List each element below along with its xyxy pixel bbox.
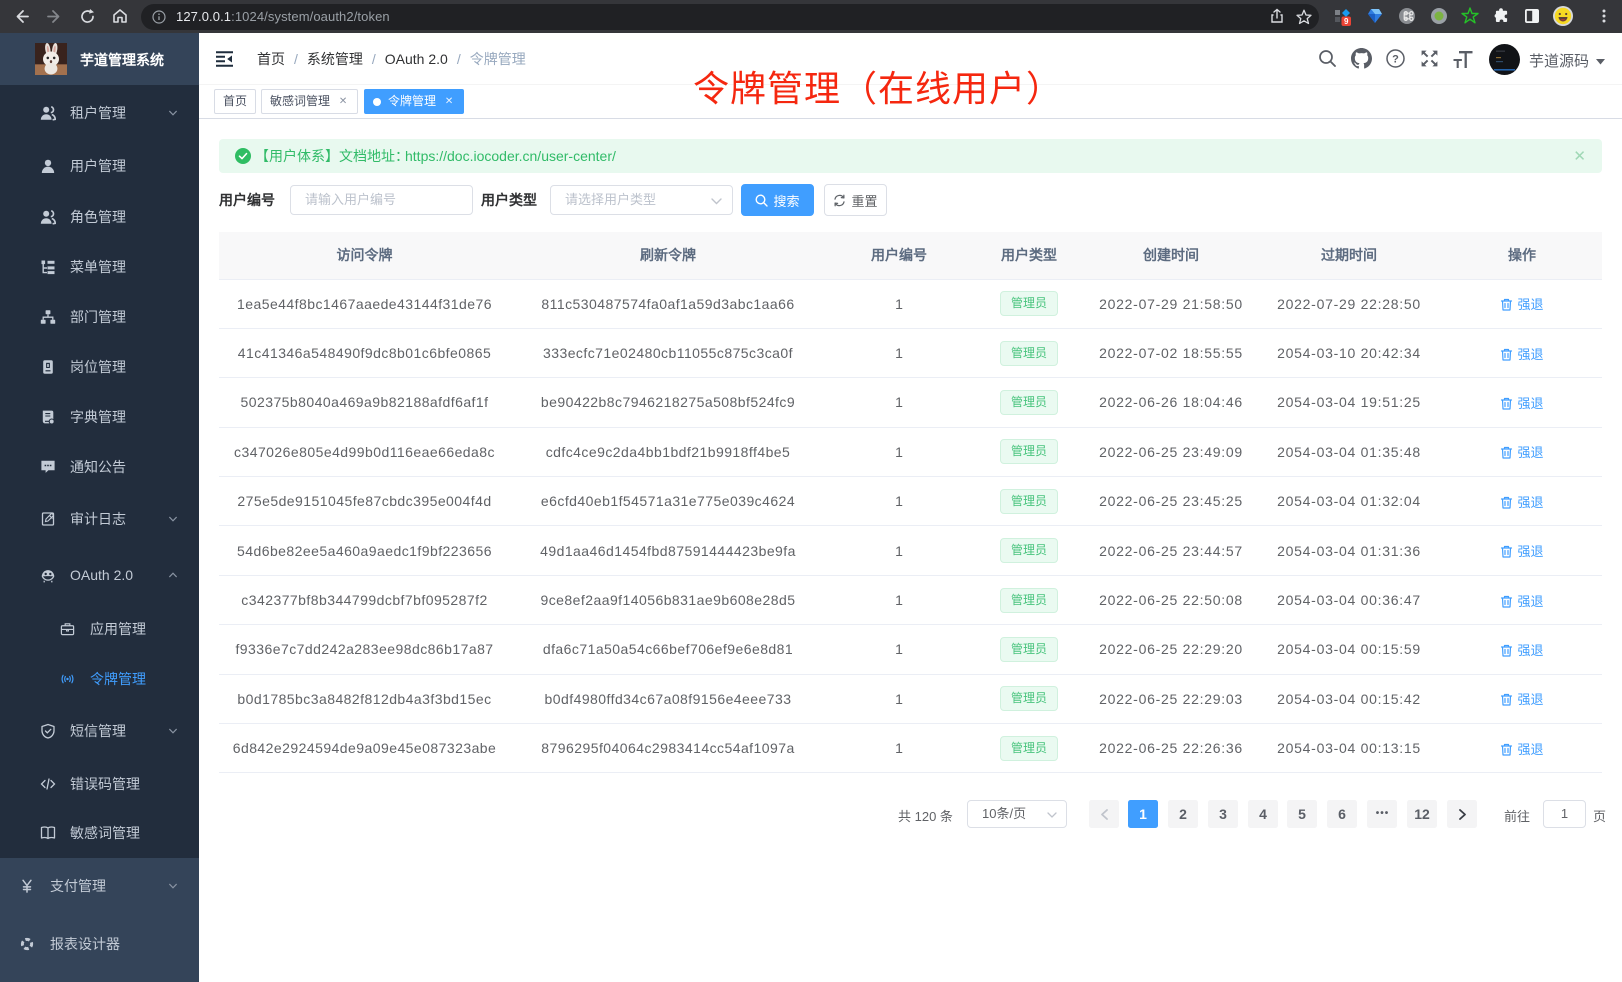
svg-text:?: ? [1392, 53, 1399, 65]
svg-text:9: 9 [1344, 17, 1349, 26]
